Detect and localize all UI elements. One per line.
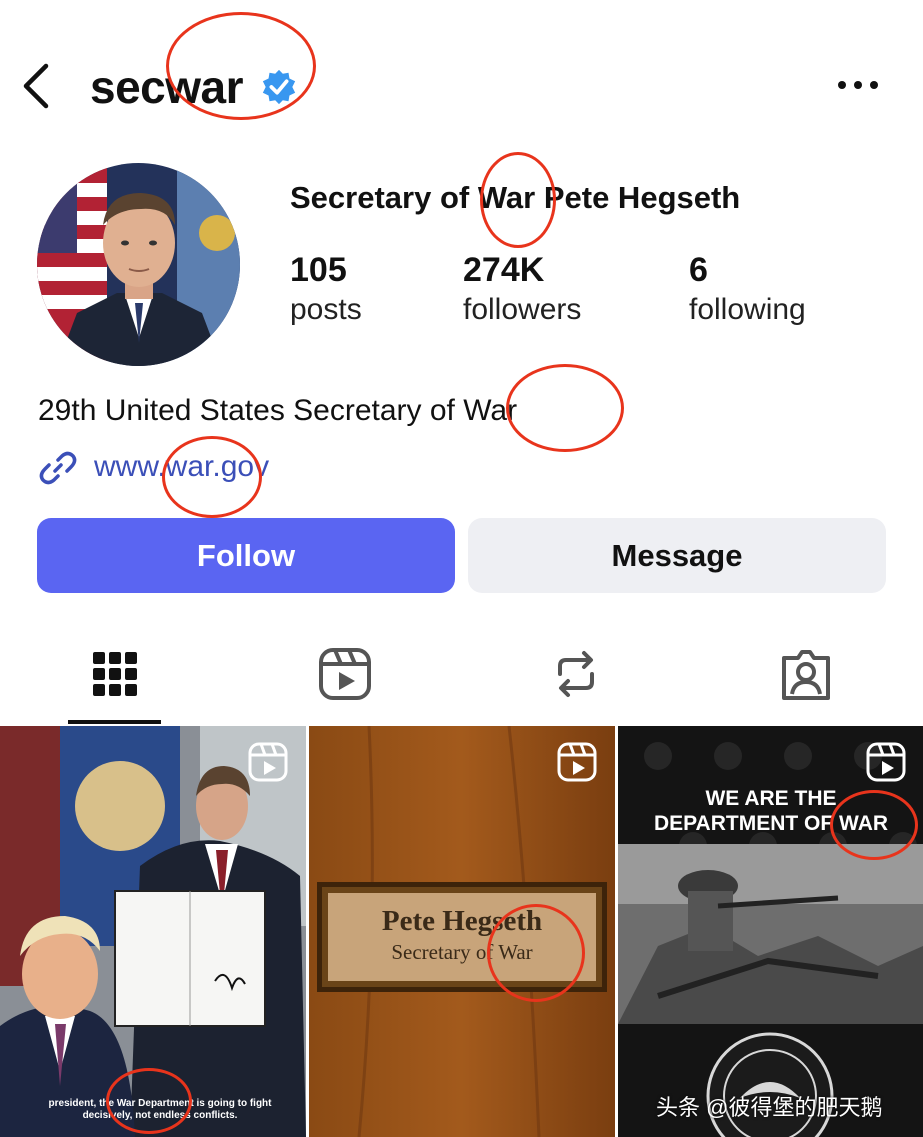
stat-label: following — [689, 293, 806, 326]
chevron-left-icon[interactable] — [18, 62, 54, 110]
reel-badge-icon — [557, 742, 597, 782]
post-caption: president, the War Department is going t… — [48, 1098, 272, 1121]
top-bar: secwar — [0, 0, 923, 150]
profile-tabs — [0, 630, 923, 726]
verified-badge-icon — [262, 69, 296, 105]
profile-full-name: Secretary of War Pete Hegseth — [290, 180, 741, 215]
post-thumbnail[interactable]: WE ARE THE DEPARTMENT OF WAR — [618, 726, 923, 1137]
stat-followers[interactable]: 274K followers — [463, 250, 581, 330]
message-button[interactable]: Message — [468, 518, 886, 593]
profile-link-text[interactable]: www.war.gov — [94, 450, 269, 484]
tagged-icon[interactable] — [776, 644, 836, 704]
active-tab-indicator — [68, 720, 161, 724]
stat-posts[interactable]: 105 posts — [290, 250, 362, 330]
reel-badge-icon — [866, 742, 906, 782]
stat-following[interactable]: 6 following — [689, 250, 806, 330]
profile-bio: 29th United States Secretary of War — [38, 394, 518, 427]
link-icon — [39, 451, 77, 485]
more-horizontal-icon[interactable] — [834, 70, 882, 100]
stat-label: followers — [463, 293, 582, 326]
stat-label: posts — [290, 293, 362, 326]
stat-value: 6 — [689, 251, 708, 289]
slogan-line: DEPARTMENT OF WAR — [653, 812, 889, 835]
plaque-name: Pete Hegseth — [381, 905, 543, 937]
name-plaque: Pete Hegseth Secretary of War — [317, 882, 607, 992]
grid-icon[interactable] — [85, 644, 145, 704]
profile-username: secwar — [90, 61, 244, 113]
reels-icon[interactable] — [315, 644, 375, 704]
plaque-title: Secretary of War — [391, 940, 533, 964]
post-thumbnail[interactable]: Pete Hegseth Secretary of War — [309, 726, 615, 1137]
post-thumbnail[interactable]: president, the War Department is going t… — [0, 726, 306, 1137]
post-slogan: WE ARE THE DEPARTMENT OF WAR — [618, 786, 923, 836]
follow-button[interactable]: Follow — [37, 518, 455, 593]
profile-avatar[interactable] — [37, 163, 240, 366]
watermark-text: 头条 @彼得堡的肥天鹅 — [656, 1095, 883, 1120]
posts-grid: president, the War Department is going t… — [0, 726, 923, 1137]
stat-value: 105 — [290, 251, 347, 289]
slogan-line: WE ARE THE — [705, 787, 837, 810]
reposts-icon[interactable] — [546, 644, 606, 704]
annotation-circle — [506, 364, 624, 452]
stat-value: 274K — [463, 251, 545, 289]
reel-badge-icon — [248, 742, 288, 782]
